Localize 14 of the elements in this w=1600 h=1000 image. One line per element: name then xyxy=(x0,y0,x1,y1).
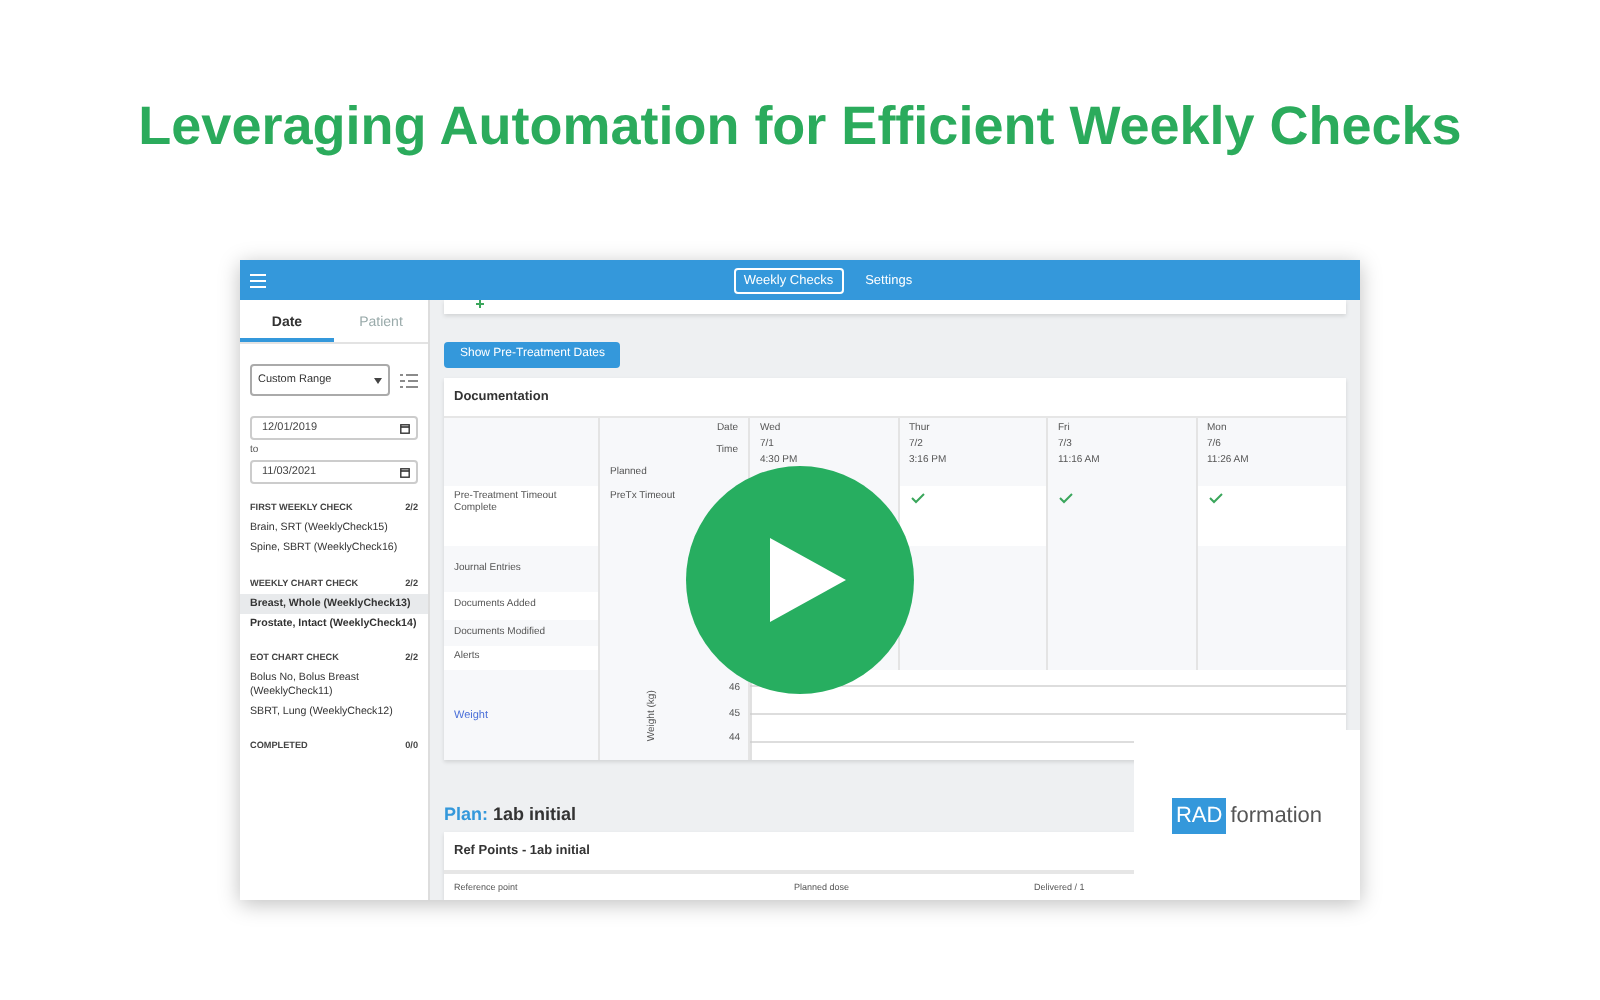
caret-icon xyxy=(374,377,382,383)
logo-text: formation xyxy=(1230,803,1323,827)
check-icon xyxy=(909,492,925,504)
calendar-icon[interactable] xyxy=(400,423,410,433)
check-icon xyxy=(1058,492,1074,504)
play-icon[interactable] xyxy=(770,538,846,622)
plan-title: Plan: 1ab initial xyxy=(444,804,577,824)
menu-icon[interactable] xyxy=(250,273,266,287)
video-title: Leveraging Automation for Efficient Weekly Checks xyxy=(138,96,1462,160)
logo-text: RAD xyxy=(1171,797,1227,833)
check-icon xyxy=(1207,492,1223,504)
plus-icon xyxy=(476,300,484,308)
calendar-icon[interactable] xyxy=(400,467,410,477)
filter-icon[interactable] xyxy=(400,373,418,387)
